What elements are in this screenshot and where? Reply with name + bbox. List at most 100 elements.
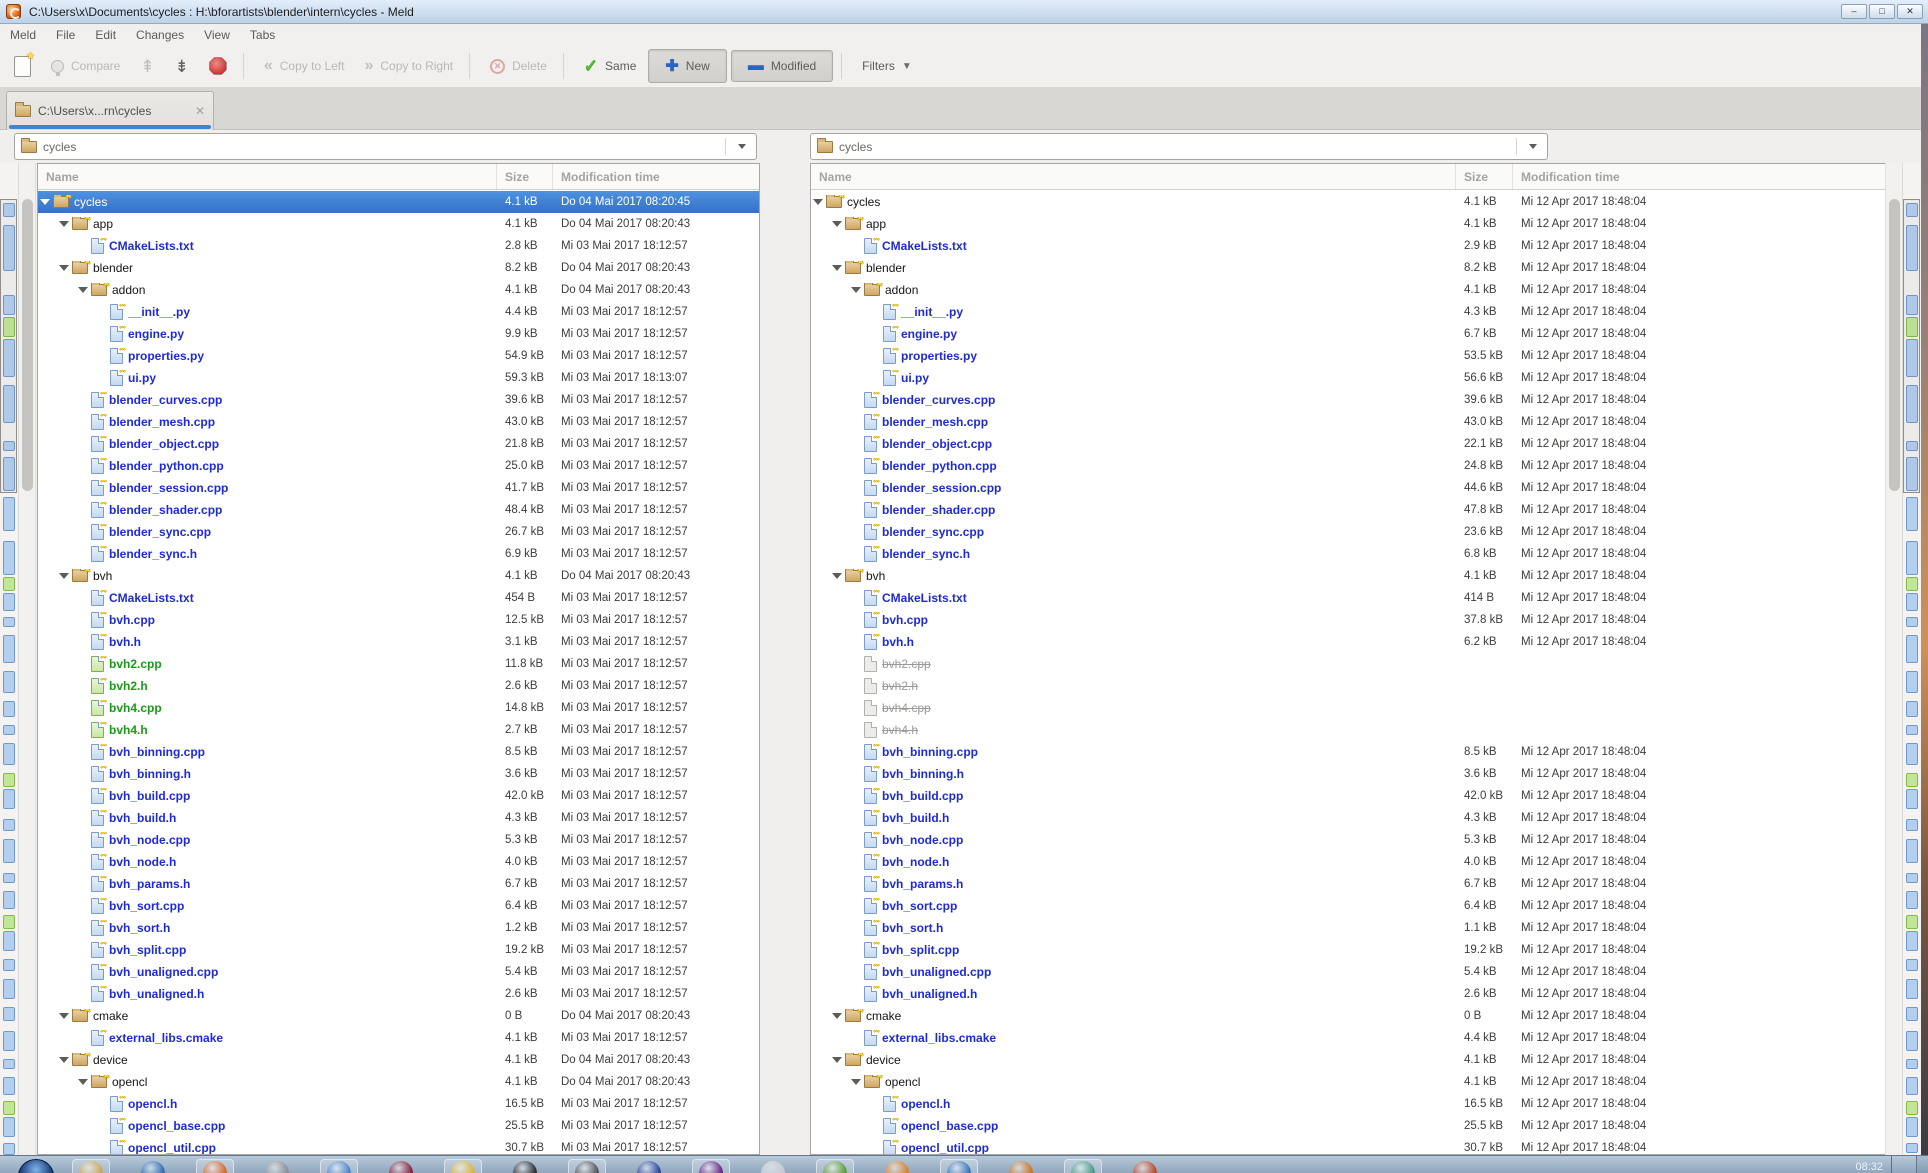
table-row-blender_session.cpp[interactable]: ★blender_session.cpp41.7 kBMi 03 Mai 201… xyxy=(38,477,759,499)
change-segment-modified[interactable] xyxy=(1906,617,1918,627)
left-tree-header[interactable]: NameSizeModification time xyxy=(38,164,759,190)
table-row-bvh_split.cpp[interactable]: ★bvh_split.cpp19.2 kBMi 03 Mai 2017 18:1… xyxy=(38,939,759,961)
change-segment-modified[interactable] xyxy=(3,617,15,627)
change-segment-modified[interactable] xyxy=(1906,979,1918,999)
change-segment-new[interactable] xyxy=(3,915,15,929)
change-segment-modified[interactable] xyxy=(1906,959,1918,971)
filter-modified-toggle[interactable]: ▬ Modified xyxy=(731,50,833,82)
expander-triangle-icon[interactable] xyxy=(59,573,69,579)
table-row-blender_session.cpp[interactable]: ★blender_session.cpp44.6 kBMi 12 Apr 201… xyxy=(811,477,1888,499)
table-row-bvh_unaligned.h[interactable]: ★bvh_unaligned.h2.6 kBMi 12 Apr 2017 18:… xyxy=(811,983,1888,1005)
table-row-blender_mesh.cpp[interactable]: ★blender_mesh.cpp43.0 kBMi 03 Mai 2017 1… xyxy=(38,411,759,433)
menu-changes[interactable]: Changes xyxy=(126,26,194,44)
change-segment-modified[interactable] xyxy=(3,931,15,951)
expander-triangle-icon[interactable] xyxy=(832,221,842,227)
table-row-bvh_unaligned.cpp[interactable]: ★bvh_unaligned.cpp5.4 kBMi 03 Mai 2017 1… xyxy=(38,961,759,983)
table-row-cycles[interactable]: ★cycles4.1 kBDo 04 Mai 2017 08:20:45 xyxy=(38,191,759,213)
table-row-ui.py[interactable]: ★ui.py56.6 kBMi 12 Apr 2017 18:48:04 xyxy=(811,367,1888,389)
change-segment-new[interactable] xyxy=(1906,577,1918,591)
table-row-bvh[interactable]: ★bvh4.1 kBDo 04 Mai 2017 08:20:43 xyxy=(38,565,759,587)
table-row-blender[interactable]: ★blender8.2 kBMi 12 Apr 2017 18:48:04 xyxy=(811,257,1888,279)
column-header-size[interactable]: Size xyxy=(1456,164,1513,189)
expander-triangle-icon[interactable] xyxy=(40,199,50,205)
change-segment-modified[interactable] xyxy=(3,725,15,735)
taskbar-app-icon[interactable] xyxy=(444,1159,482,1173)
compare-button[interactable]: Compare xyxy=(43,53,128,79)
table-row-blender_object.cpp[interactable]: ★blender_object.cpp22.1 kBMi 12 Apr 2017… xyxy=(811,433,1888,455)
change-segment-modified[interactable] xyxy=(1906,671,1918,693)
left-change-map[interactable] xyxy=(0,163,19,1155)
expander-triangle-icon[interactable] xyxy=(59,1057,69,1063)
right-path-combobox[interactable]: cycles xyxy=(810,133,1548,160)
table-row-bvh_sort.cpp[interactable]: ★bvh_sort.cpp6.4 kBMi 03 Mai 2017 18:12:… xyxy=(38,895,759,917)
change-segment-modified[interactable] xyxy=(1906,593,1918,611)
tab-folder-comparison[interactable]: C:\Users\x...rn\cycles ✕ xyxy=(6,91,214,130)
table-row-blender_sync.h[interactable]: ★blender_sync.h6.9 kBMi 03 Mai 2017 18:1… xyxy=(38,543,759,565)
taskbar-app-icon[interactable] xyxy=(258,1159,296,1173)
table-row-bvh.cpp[interactable]: ★bvh.cpp37.8 kBMi 12 Apr 2017 18:48:04 xyxy=(811,609,1888,631)
table-row-external_libs.cmake[interactable]: ★external_libs.cmake4.1 kBMi 03 Mai 2017… xyxy=(38,1027,759,1049)
expander-triangle-icon[interactable] xyxy=(813,199,823,205)
menu-file[interactable]: File xyxy=(46,26,85,44)
change-segment-modified[interactable] xyxy=(3,1031,15,1051)
table-row-bvh_binning.cpp[interactable]: ★bvh_binning.cpp8.5 kBMi 03 Mai 2017 18:… xyxy=(38,741,759,763)
change-segment-new[interactable] xyxy=(1906,773,1918,787)
change-segment-modified[interactable] xyxy=(1906,635,1918,663)
change-segment-new[interactable] xyxy=(3,773,15,787)
change-segment-modified[interactable] xyxy=(1906,497,1918,531)
table-row-bvh_node.cpp[interactable]: ★bvh_node.cpp5.3 kBMi 12 Apr 2017 18:48:… xyxy=(811,829,1888,851)
left-scrollbar-thumb[interactable] xyxy=(22,199,33,491)
change-segment-modified[interactable] xyxy=(1906,541,1918,575)
taskbar-app-icon[interactable] xyxy=(196,1159,234,1173)
table-row-opencl_base.cpp[interactable]: ★opencl_base.cpp25.5 kBMi 03 Mai 2017 18… xyxy=(38,1115,759,1137)
copy-to-right-button[interactable]: » Copy to Right xyxy=(356,53,461,79)
change-segment-modified[interactable] xyxy=(1906,1143,1918,1153)
taskbar-app-icon[interactable] xyxy=(816,1159,854,1173)
menu-meld[interactable]: Meld xyxy=(0,26,46,44)
change-segment-modified[interactable] xyxy=(3,635,15,663)
table-row-CMakeLists.txt[interactable]: ★CMakeLists.txt2.9 kBMi 12 Apr 2017 18:4… xyxy=(811,235,1888,257)
table-row-engine.py[interactable]: ★engine.py6.7 kBMi 12 Apr 2017 18:48:04 xyxy=(811,323,1888,345)
change-segment-modified[interactable] xyxy=(1906,819,1918,831)
table-row-opencl.h[interactable]: ★opencl.h16.5 kBMi 12 Apr 2017 18:48:04 xyxy=(811,1093,1888,1115)
new-comparison-button[interactable]: ★ xyxy=(6,50,39,83)
expander-triangle-icon[interactable] xyxy=(851,1079,861,1085)
filter-same-toggle[interactable]: ✓ Same xyxy=(576,50,645,82)
change-segment-new[interactable] xyxy=(1906,915,1918,929)
table-row-engine.py[interactable]: ★engine.py9.9 kBMi 03 Mai 2017 18:12:57 xyxy=(38,323,759,345)
change-segment-modified[interactable] xyxy=(1906,1117,1918,1137)
table-row-bvh_node.h[interactable]: ★bvh_node.h4.0 kBMi 03 Mai 2017 18:12:57 xyxy=(38,851,759,873)
table-row-bvh2.h[interactable]: ★bvh2.h2.6 kBMi 03 Mai 2017 18:12:57 xyxy=(38,675,759,697)
table-row-blender_sync.cpp[interactable]: ★blender_sync.cpp26.7 kBMi 03 Mai 2017 1… xyxy=(38,521,759,543)
table-row-addon[interactable]: ★addon4.1 kBMi 12 Apr 2017 18:48:04 xyxy=(811,279,1888,301)
taskbar-app-icon[interactable] xyxy=(568,1159,606,1173)
table-row-cmake[interactable]: ★cmake0 BMi 12 Apr 2017 18:48:04 xyxy=(811,1005,1888,1027)
table-row-bvh2.cpp[interactable]: bvh2.cpp xyxy=(811,653,1888,675)
column-header-name[interactable]: Name xyxy=(38,164,497,189)
table-row-bvh_build.cpp[interactable]: ★bvh_build.cpp42.0 kBMi 12 Apr 2017 18:4… xyxy=(811,785,1888,807)
next-change-button[interactable]: ⇟ xyxy=(167,52,197,81)
change-segment-modified[interactable] xyxy=(1906,789,1918,809)
table-row-bvh_build.cpp[interactable]: ★bvh_build.cpp42.0 kBMi 03 Mai 2017 18:1… xyxy=(38,785,759,807)
column-header-modification-time[interactable]: Modification time xyxy=(553,164,759,189)
change-segment-modified[interactable] xyxy=(1906,873,1918,883)
change-segment-modified[interactable] xyxy=(1906,1007,1918,1021)
change-segment-modified[interactable] xyxy=(3,1077,15,1095)
column-header-name[interactable]: Name xyxy=(811,164,1456,189)
taskbar-app-icon[interactable] xyxy=(72,1159,110,1173)
change-segment-modified[interactable] xyxy=(3,1059,15,1069)
expander-triangle-icon[interactable] xyxy=(851,287,861,293)
taskbar-app-icon[interactable] xyxy=(382,1159,420,1173)
table-row-blender_sync.h[interactable]: ★blender_sync.h6.8 kBMi 12 Apr 2017 18:4… xyxy=(811,543,1888,565)
change-segment-modified[interactable] xyxy=(3,497,15,531)
expander-triangle-icon[interactable] xyxy=(59,265,69,271)
change-segment-modified[interactable] xyxy=(1906,1031,1918,1051)
change-segment-modified[interactable] xyxy=(3,743,15,765)
change-segment-modified[interactable] xyxy=(3,701,15,717)
table-row-bvh.h[interactable]: ★bvh.h6.2 kBMi 12 Apr 2017 18:48:04 xyxy=(811,631,1888,653)
table-row-bvh_unaligned.h[interactable]: ★bvh_unaligned.h2.6 kBMi 03 Mai 2017 18:… xyxy=(38,983,759,1005)
taskbar-app-icon[interactable] xyxy=(320,1159,358,1173)
expander-triangle-icon[interactable] xyxy=(832,1057,842,1063)
right-scrollbar[interactable] xyxy=(1885,163,1902,1155)
change-segment-modified[interactable] xyxy=(3,541,15,575)
